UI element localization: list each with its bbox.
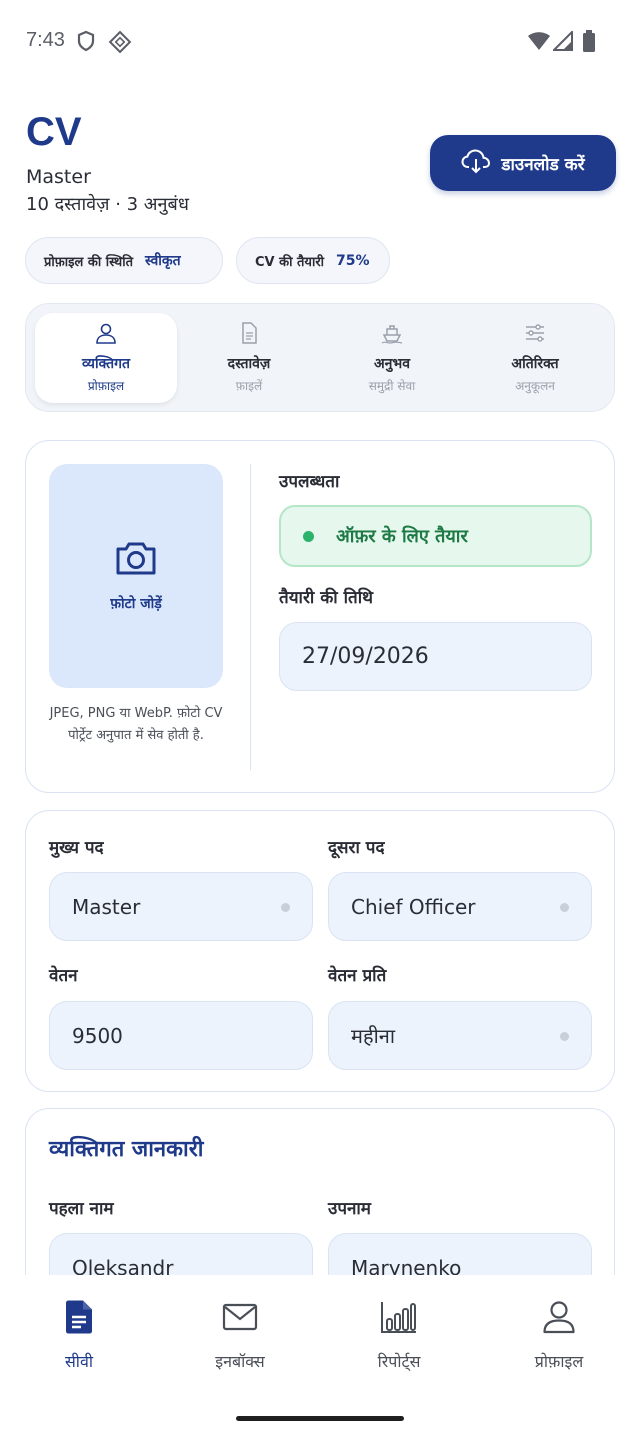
second-position-value: Chief Officer	[351, 894, 476, 919]
main-position-value: Master	[72, 894, 141, 919]
surname-label: उपनाम	[328, 1199, 371, 1219]
ship-icon	[380, 321, 404, 349]
availability-value: ऑफ़र के लिए तैयार	[336, 526, 468, 547]
status-bar: 7:43	[0, 0, 640, 84]
section-title: व्यक्तिगत जानकारी	[49, 1137, 204, 1162]
add-photo-label: फ़ोटो जोड़ें	[110, 595, 162, 612]
tab-subtitle: फ़ाइलें	[235, 379, 263, 393]
cv-document-icon	[64, 1300, 94, 1338]
second-position-label: दूसरा पद	[328, 838, 385, 858]
chip-label: CV की तैयारी	[255, 254, 325, 270]
cv-header: CV Master 10 दस्तावेज़ · 3 अनुबंध डाउनलो…	[26, 110, 616, 220]
availability-label: उपलब्धता	[279, 472, 340, 492]
photo-hint: JPEG, PNG या WebP. फ़ोटो CV पोर्ट्रेट अन…	[49, 706, 223, 743]
salary-period-label: वेतन प्रति	[328, 966, 387, 986]
salary-period-select[interactable]: महीना	[328, 1001, 592, 1070]
rank-text: Master	[26, 166, 91, 188]
tab-documents[interactable]: दस्तावेज़ फ़ाइलें	[178, 313, 320, 403]
tab-personal[interactable]: व्यक्तिगत प्रोफ़ाइल	[35, 313, 177, 403]
nav-profile[interactable]: प्रोफ़ाइल	[499, 1300, 619, 1372]
nav-cv[interactable]: सीवी	[19, 1300, 139, 1372]
person-icon	[542, 1300, 576, 1338]
salary-input[interactable]: 9500	[49, 1001, 313, 1070]
home-indicator[interactable]	[236, 1416, 404, 1421]
battery-icon	[582, 30, 596, 56]
dropdown-indicator-icon	[560, 1032, 569, 1041]
mail-icon	[222, 1300, 258, 1338]
wifi-icon	[527, 31, 551, 55]
sliders-icon	[523, 321, 547, 349]
bottom-navigation: सीवी इनबॉक्स रिपोर्ट्स प्रोफ़ाइल	[0, 1275, 640, 1437]
status-time: 7:43	[26, 29, 65, 51]
nav-label: इनबॉक्स	[215, 1352, 265, 1371]
nav-reports[interactable]: रिपोर्ट्स	[339, 1300, 459, 1372]
bar-chart-icon	[380, 1300, 418, 1338]
document-icon	[237, 321, 261, 349]
salary-value: 9500	[72, 1023, 123, 1048]
vertical-divider	[250, 464, 251, 770]
add-photo-button[interactable]: फ़ोटो जोड़ें	[49, 464, 223, 688]
chip-label: प्रोफ़ाइल की स्थिति	[44, 254, 134, 270]
nav-inbox[interactable]: इनबॉक्स	[180, 1300, 300, 1372]
download-label: डाउनलोड करें	[501, 154, 585, 175]
ready-date-field[interactable]: 27/09/2026	[279, 622, 592, 691]
ready-date-value: 27/09/2026	[302, 644, 429, 669]
nav-label: सीवी	[64, 1352, 93, 1371]
salary-period-value: महीना	[351, 1024, 396, 1048]
main-position-label: मुख्य पद	[49, 838, 104, 858]
main-position-select[interactable]: Master	[49, 872, 313, 941]
profile-status-chip: प्रोफ़ाइल की स्थिति स्वीकृत	[25, 237, 223, 284]
section-tabs: व्यक्तिगत प्रोफ़ाइल दस्तावेज़ फ़ाइलें अन…	[25, 303, 615, 412]
tab-title: अतिरिक्त	[511, 356, 559, 372]
signal-icon	[551, 29, 573, 55]
documents-contracts-count: 10 दस्तावेज़ · 3 अनुबंध	[26, 194, 189, 215]
ready-date-label: तैयारी की तिथि	[279, 588, 373, 608]
tab-title: दस्तावेज़	[227, 356, 271, 372]
salary-label: वेतन	[49, 966, 78, 986]
tab-experience[interactable]: अनुभव समुद्री सेवा	[321, 313, 463, 403]
person-icon	[94, 321, 118, 349]
availability-select[interactable]: ऑफ़र के लिए तैयार	[279, 505, 592, 567]
dropdown-indicator-icon	[560, 903, 569, 912]
dropdown-indicator-icon	[281, 903, 290, 912]
vpn-key-icon	[108, 30, 132, 58]
profile-status-value: स्वीकृत	[145, 253, 181, 269]
cloud-download-icon	[461, 148, 491, 179]
tab-subtitle: अनुकूलन	[515, 379, 555, 393]
second-position-select[interactable]: Chief Officer	[328, 872, 592, 941]
tab-subtitle: समुद्री सेवा	[368, 379, 416, 393]
shield-icon	[76, 30, 96, 56]
position-salary-card: मुख्य पद Master दूसरा पद Chief Officer व…	[25, 810, 615, 1092]
available-status-dot	[303, 530, 314, 542]
cv-readiness-value: 75%	[336, 252, 370, 269]
camera-icon	[114, 540, 158, 580]
tab-subtitle: प्रोफ़ाइल	[87, 379, 125, 393]
first-name-label: पहला नाम	[49, 1199, 114, 1219]
tab-title: व्यक्तिगत	[82, 356, 130, 372]
photo-availability-card: फ़ोटो जोड़ें JPEG, PNG या WebP. फ़ोटो CV…	[25, 440, 615, 793]
cv-readiness-chip: CV की तैयारी 75%	[236, 237, 390, 284]
nav-label: प्रोफ़ाइल	[534, 1352, 584, 1371]
tab-additional[interactable]: अतिरिक्त अनुकूलन	[464, 313, 606, 403]
download-button[interactable]: डाउनलोड करें	[430, 135, 616, 191]
nav-label: रिपोर्ट्स	[377, 1352, 421, 1371]
tab-title: अनुभव	[373, 356, 411, 372]
page-title: CV	[26, 110, 82, 154]
